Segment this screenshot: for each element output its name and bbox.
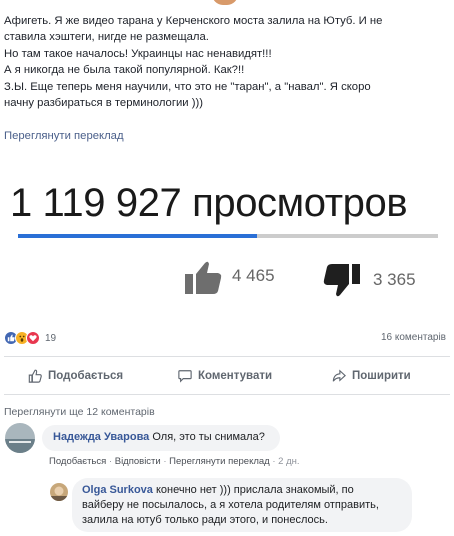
comment-timestamp[interactable]: 2 дн. bbox=[278, 456, 299, 467]
thumbs-down-icon[interactable] bbox=[322, 262, 362, 298]
post-text-line: Но там такое началось! Украинцы нас нена… bbox=[4, 47, 272, 60]
comments-count-link[interactable]: 16 коментарів bbox=[381, 332, 446, 343]
video-view-count: 1 119 927 просмотров bbox=[10, 181, 408, 225]
share-arrow-icon bbox=[332, 369, 346, 382]
thumbs-up-icon[interactable] bbox=[183, 260, 223, 296]
comment-button-label: Коментувати bbox=[198, 370, 273, 382]
post-text-line: ставила хэштеги, нигде не размещала. bbox=[4, 31, 209, 44]
avatar[interactable] bbox=[50, 483, 68, 501]
comment-bubble-icon bbox=[178, 370, 192, 383]
divider bbox=[4, 356, 450, 357]
comment-text-line: залила на ютуб только ради этого, и поне… bbox=[82, 514, 328, 526]
video-dislike-count: 3 365 bbox=[373, 270, 416, 289]
video-like-count: 4 465 bbox=[232, 266, 275, 285]
comment-reply-link[interactable]: Відповісти bbox=[115, 456, 161, 467]
divider bbox=[4, 394, 450, 395]
like-ratio-fill bbox=[18, 234, 258, 238]
share-button[interactable]: Поширити bbox=[332, 362, 411, 390]
comment-button[interactable]: Коментувати bbox=[178, 362, 272, 390]
comment-translate-link[interactable]: Переглянути переклад bbox=[169, 456, 270, 467]
comment-text-line: конечно нет ))) прислала знакомый, по bbox=[155, 484, 354, 496]
post-actions-bar: Подобається Коментувати Поширити bbox=[4, 362, 450, 390]
translate-post-link[interactable]: Переглянути переклад bbox=[4, 130, 124, 142]
comment-bubble: Olga Surkova конечно нет ))) прислала зн… bbox=[72, 478, 412, 532]
comment-actions: Подобається · Відповісти · Переглянути п… bbox=[49, 456, 300, 467]
comment-text-line: вайберу не посылалось, а я хотела родите… bbox=[82, 499, 379, 511]
avatar-photo bbox=[50, 483, 68, 501]
avatar-photo bbox=[5, 423, 35, 453]
comment-author[interactable]: Olga Surkova bbox=[82, 484, 153, 496]
reactions-count: 19 bbox=[45, 332, 57, 344]
love-reaction-icon bbox=[26, 331, 40, 345]
thumbs-up-outline-icon bbox=[28, 369, 42, 383]
post-text-line: начну разбираться в терминологии ))) bbox=[4, 97, 204, 110]
like-button-label: Подобається bbox=[48, 370, 124, 382]
comment-author[interactable]: Надежда Уварова bbox=[53, 431, 149, 443]
avatar[interactable] bbox=[5, 423, 35, 453]
reactions-summary[interactable]: 19 bbox=[4, 330, 56, 346]
comment-bubble: Надежда Уварова Оля, это ты снимала? bbox=[42, 425, 280, 451]
like-button[interactable]: Подобається bbox=[28, 362, 123, 390]
comment-like-link[interactable]: Подобається bbox=[49, 456, 106, 467]
post-text-line: Афигеть. Я же видео тарана у Керченского… bbox=[4, 15, 383, 27]
view-more-comments-link[interactable]: Переглянути ще 12 коментарів bbox=[4, 406, 155, 418]
top-image-fragment bbox=[212, 0, 238, 5]
post-text-line: А я никогда не была такой популярной. Ка… bbox=[4, 64, 245, 77]
post-text-line: З.Ы. Еще теперь меня научили, что это не… bbox=[4, 80, 371, 93]
like-ratio-bar bbox=[18, 234, 438, 238]
comment-text: Оля, это ты снимала? bbox=[152, 431, 265, 443]
share-button-label: Поширити bbox=[352, 370, 411, 382]
post-text: Афигеть. Я же видео тарана у Керченского… bbox=[4, 13, 450, 111]
